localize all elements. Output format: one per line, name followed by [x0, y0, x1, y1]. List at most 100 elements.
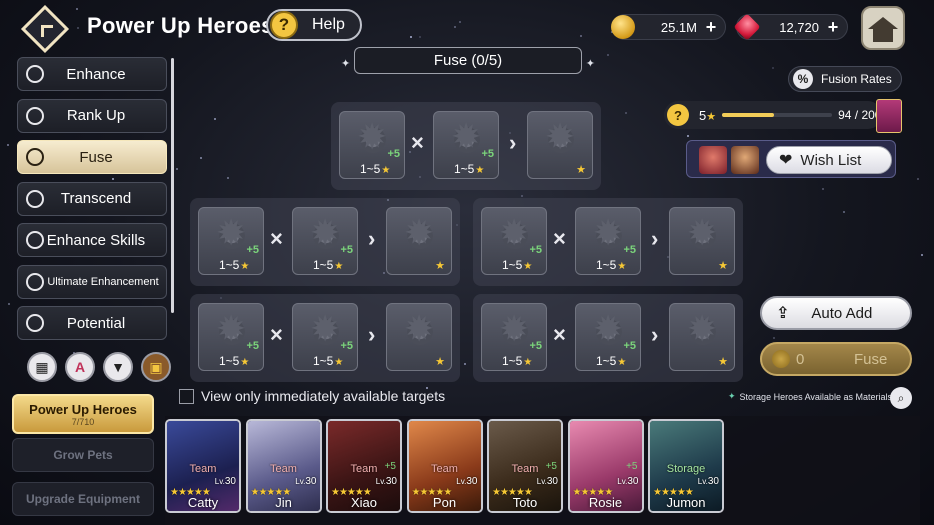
- menu-item-enhance[interactable]: Enhance: [17, 57, 167, 91]
- hero-tag: Storage: [666, 463, 706, 475]
- hero-card[interactable]: +530★★★★★Rosie: [567, 419, 644, 513]
- hero-card[interactable]: Team+530★★★★★Toto: [487, 419, 563, 513]
- hero-card[interactable]: Team30★★★★★Pon: [406, 419, 483, 513]
- grid-view-icon[interactable]: ▦: [27, 352, 57, 382]
- slot-grade-range: 1~5: [313, 354, 343, 368]
- hero-level: 30: [295, 476, 316, 487]
- menu-item-rank-up[interactable]: Rank Up: [17, 98, 167, 133]
- wishlist-label: Wish List: [800, 151, 862, 169]
- hero-card[interactable]: Storage30★★★★★Jumon: [648, 419, 724, 513]
- slot-grade-range: 1~5: [313, 258, 343, 272]
- help-button[interactable]: ? Help: [266, 9, 362, 41]
- add-ruby-button[interactable]: +: [825, 18, 841, 36]
- material-slot[interactable]: +51~5: [575, 303, 641, 371]
- hero-bonus: +5: [545, 461, 557, 472]
- slot-bonus: +5: [481, 148, 494, 160]
- menu-item-label: Potential: [66, 314, 126, 332]
- result-slot[interactable]: ★: [669, 207, 735, 275]
- power-up-menu: Enhance Rank Up Fuse Transcend Enhance Skill…: [17, 57, 167, 348]
- material-slot[interactable]: +51~5: [198, 207, 264, 275]
- hero-level: 30: [537, 476, 558, 487]
- menu-item-label: Transcend: [60, 190, 132, 207]
- material-slot[interactable]: +51~5: [481, 207, 547, 275]
- gold-coin-icon: [611, 15, 635, 39]
- hero-count: 7/710: [71, 416, 95, 427]
- wish-progress-bar: [722, 113, 833, 117]
- material-slot[interactable]: +51~5: [339, 111, 405, 179]
- hero-card[interactable]: Team30★★★★★Jin: [245, 419, 322, 513]
- ruby-currency: 12,720 +: [733, 13, 848, 41]
- menu-item-ultimate-enhancement[interactable]: Ultimate Enhancement: [17, 264, 167, 299]
- material-slot[interactable]: +51~5: [433, 111, 499, 179]
- hero-name: Toto: [512, 495, 538, 510]
- fuse-plus-icon: ×: [553, 322, 566, 347]
- gold-currency: 25.1M +: [611, 14, 726, 40]
- result-slot[interactable]: ★: [386, 303, 452, 371]
- fuse-group: +51~5+51~5★×›: [473, 294, 743, 382]
- page-title: Power Up Heroes: [87, 13, 274, 38]
- treasure-chest-icon[interactable]: ▣: [141, 352, 171, 382]
- slot-bonus: +5: [623, 244, 636, 256]
- hero-bonus: +5: [626, 461, 638, 472]
- slot-grade-range: 1~5: [454, 162, 484, 176]
- menu-scrollbar[interactable]: [171, 58, 174, 313]
- result-arrow-icon: ›: [368, 226, 376, 251]
- view-only-checkbox[interactable]: [179, 388, 194, 404]
- back-button[interactable]: [20, 4, 70, 54]
- tab-upgrade-equipment[interactable]: Upgrade Equipment: [12, 482, 154, 516]
- material-slot[interactable]: +51~5: [292, 303, 358, 371]
- tab-power-up-heroes[interactable]: Power Up Heroes 7/710: [12, 394, 154, 434]
- hero-level: 30: [376, 476, 397, 487]
- slot-grade-range: 1~5: [502, 354, 532, 368]
- wish-help-icon[interactable]: ?: [667, 104, 689, 126]
- hero-name: Jumon: [666, 495, 706, 510]
- menu-item-label: Fuse: [79, 148, 113, 166]
- menu-item-potential[interactable]: Potential: [17, 306, 167, 340]
- filter-icon[interactable]: ▼: [103, 352, 133, 382]
- menu-item-transcend[interactable]: Transcend: [17, 181, 167, 216]
- add-gold-button[interactable]: +: [703, 18, 719, 36]
- heart-icon: ❤: [779, 152, 793, 169]
- fuse-header: Fuse (0/5): [341, 47, 595, 77]
- result-slot[interactable]: ★: [386, 207, 452, 275]
- storage-note: ✦ Storage Heroes Available as Materials: [728, 391, 892, 402]
- hero-card[interactable]: Team+530★★★★★Xiao: [326, 419, 402, 513]
- result-slot[interactable]: ★: [527, 111, 593, 179]
- sort-search-icon[interactable]: A: [65, 352, 95, 382]
- menu-item-fuse[interactable]: Fuse: [17, 140, 167, 174]
- material-slot[interactable]: +51~5: [481, 303, 547, 371]
- slot-bonus: +5: [340, 340, 353, 352]
- codex-book-icon[interactable]: [876, 99, 902, 133]
- auto-add-button[interactable]: ⇪ Auto Add: [760, 296, 912, 330]
- home-button[interactable]: [861, 6, 905, 50]
- wishlist-button[interactable]: ❤ Wish List: [766, 146, 892, 174]
- material-slot[interactable]: +51~5: [575, 207, 641, 275]
- menu-item-enhance-skills[interactable]: Enhance Skills: [17, 223, 167, 257]
- search-icon[interactable]: ⌕: [890, 387, 912, 409]
- potential-icon: [26, 314, 44, 332]
- fuse-button[interactable]: 0 Fuse: [760, 342, 912, 376]
- result-arrow-icon: ›: [368, 322, 376, 347]
- wish-progress-fill: [722, 113, 774, 117]
- slot-bonus: +5: [246, 340, 259, 352]
- menu-item-label: Enhance Skills: [46, 231, 146, 249]
- slot-bonus: +5: [246, 244, 259, 256]
- result-arrow-icon: ›: [651, 226, 659, 251]
- tab-grow-pets[interactable]: Grow Pets: [12, 438, 154, 472]
- material-slot[interactable]: +51~5: [198, 303, 264, 371]
- hero-name: Catty: [187, 495, 219, 510]
- star-icon: ★: [435, 260, 445, 272]
- slot-bonus: +5: [340, 244, 353, 256]
- hero-name: Jin: [275, 495, 292, 510]
- fuse-plus-icon: ×: [270, 226, 283, 251]
- hero-name: Rosie: [588, 495, 623, 510]
- fusion-rates-button[interactable]: % Fusion Rates: [788, 66, 902, 92]
- view-only-available-toggle[interactable]: View only immediately available targets: [179, 388, 445, 404]
- material-slot[interactable]: +51~5: [292, 207, 358, 275]
- enhance-skills-icon: [26, 231, 44, 249]
- hero-tool-row: ▦ A ▼ ▣: [27, 352, 171, 382]
- empty-slot-emblem-icon: [683, 308, 723, 352]
- hero-card[interactable]: Team30★★★★★Catty: [165, 419, 241, 513]
- slot-bonus: +5: [387, 148, 400, 160]
- result-slot[interactable]: ★: [669, 303, 735, 371]
